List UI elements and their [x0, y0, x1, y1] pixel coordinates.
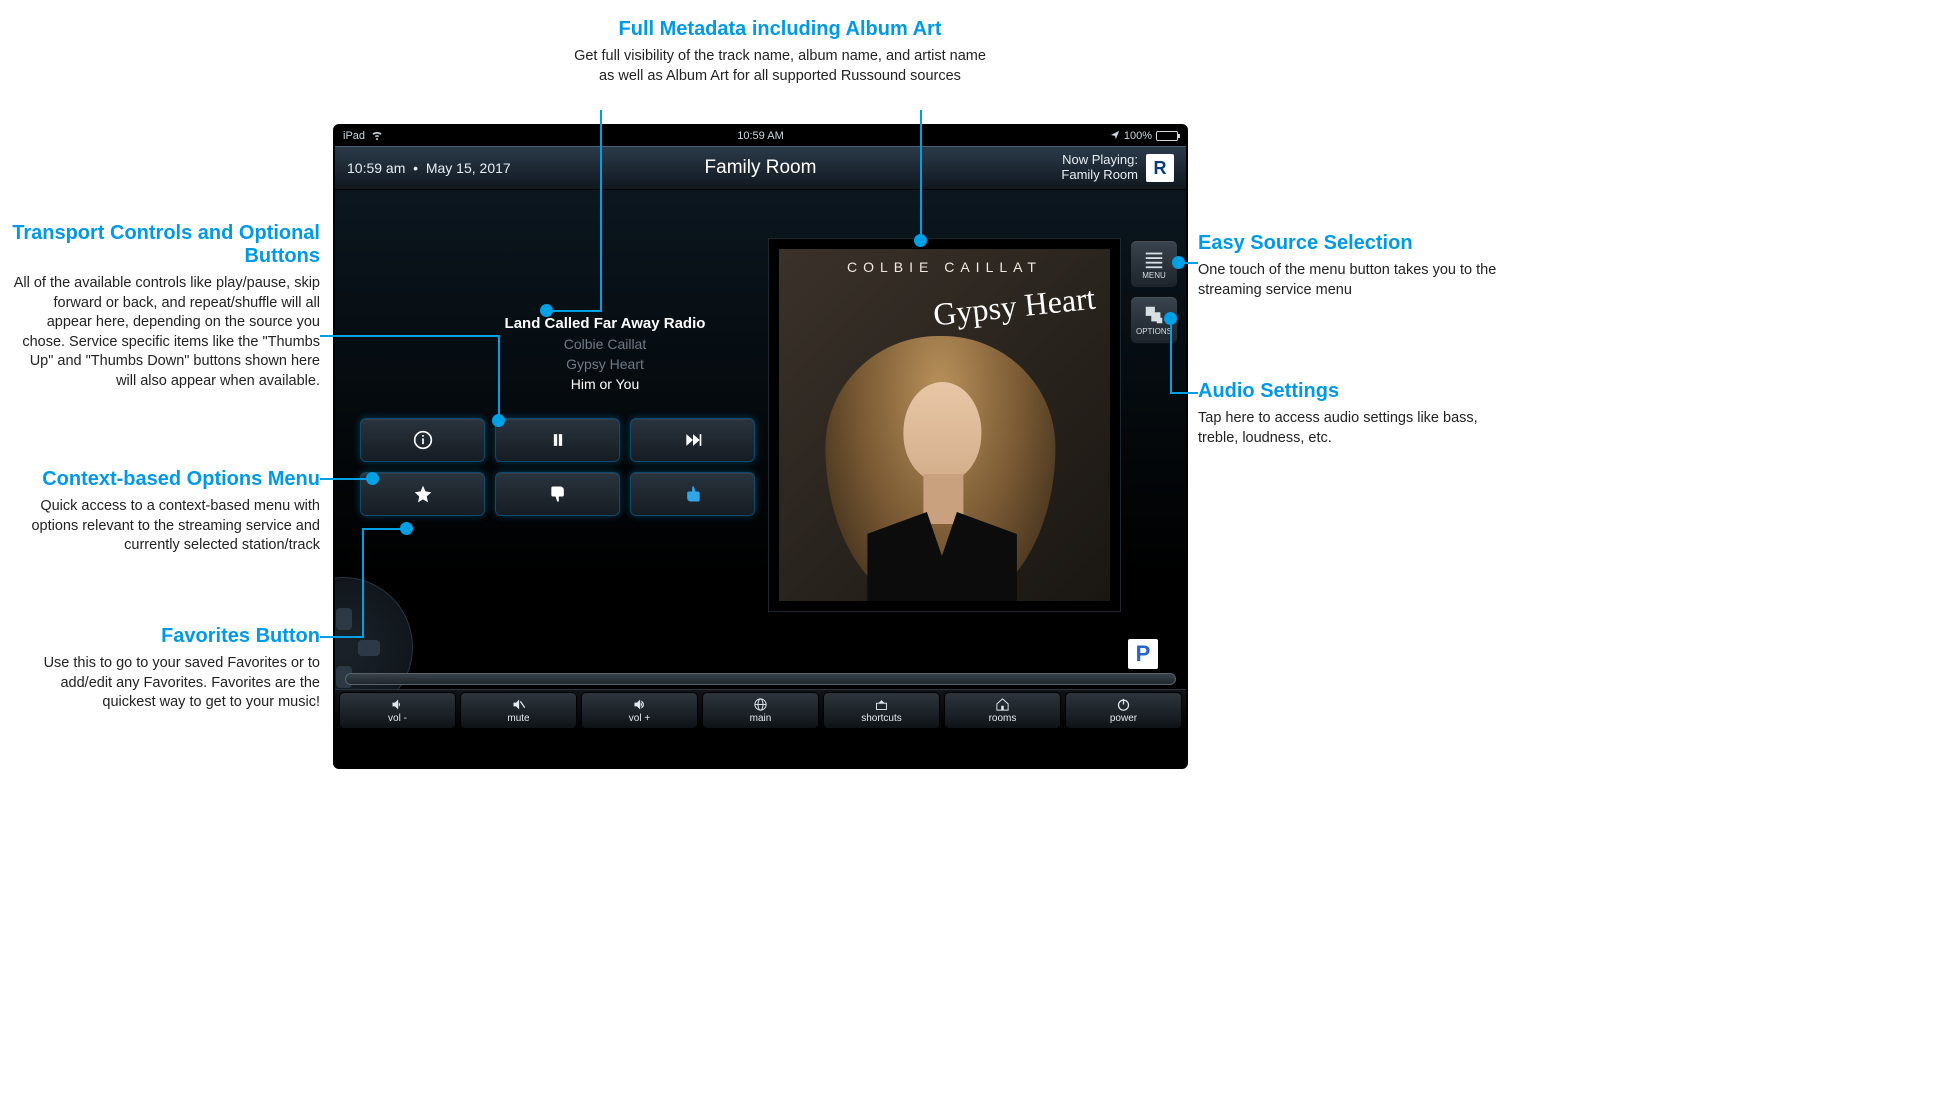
thumb-down-button[interactable] [495, 472, 620, 516]
globe-icon [752, 697, 769, 712]
metadata-block: Land Called Far Away Radio Colbie Cailla… [465, 315, 745, 392]
vol-up-button[interactable]: vol + [581, 692, 698, 729]
album-art: COLBIE CAILLAT Gypsy Heart [768, 238, 1121, 612]
callout-favorites-body: Use this to go to your saved Favorites o… [10, 654, 320, 713]
now-playing-label: Now Playing: [1061, 153, 1138, 168]
pause-icon [548, 430, 568, 450]
main-area: Land Called Far Away Radio Colbie Cailla… [335, 190, 1186, 731]
rooms-label: rooms [989, 713, 1017, 724]
battery-percent: 100% [1124, 130, 1152, 142]
status-time: 10:59 AM [737, 130, 783, 142]
options-icon [1143, 304, 1165, 326]
page-title: Family Room [705, 157, 817, 179]
power-label: power [1110, 713, 1137, 724]
callout-transport-title: Transport Controls and Optional Buttons [10, 222, 320, 268]
star-icon [413, 484, 433, 504]
shortcuts-icon [873, 697, 890, 712]
callout-source-title: Easy Source Selection [1198, 232, 1508, 255]
callout-audio: Audio Settings Tap here to access audio … [1198, 380, 1508, 448]
pause-button[interactable] [495, 418, 620, 462]
artist-name: Colbie Caillat [465, 336, 745, 352]
thumb-up-button[interactable] [630, 472, 755, 516]
station-name: Land Called Far Away Radio [465, 315, 745, 332]
header-time: 10:59 am [347, 160, 405, 176]
callout-favorites-title: Favorites Button [10, 625, 320, 648]
callout-source-body: One touch of the menu button takes you t… [1198, 261, 1508, 300]
rooms-icon [994, 697, 1011, 712]
shortcuts-label: shortcuts [861, 713, 902, 724]
callout-transport-body: All of the available controls like play/… [10, 274, 320, 391]
vol-down-label: vol - [388, 713, 407, 724]
volume-down-icon [389, 697, 406, 712]
app-header: 10:59 am • May 15, 2017 Family Room Now … [335, 146, 1186, 190]
callout-context: Context-based Options Menu Quick access … [10, 468, 320, 556]
battery-icon [1156, 131, 1178, 141]
power-button[interactable]: power [1065, 692, 1182, 729]
now-playing-room: Family Room [1061, 168, 1138, 183]
location-icon [1110, 130, 1120, 143]
callout-context-title: Context-based Options Menu [10, 468, 320, 491]
rooms-button[interactable]: rooms [944, 692, 1061, 729]
next-track-button[interactable] [630, 418, 755, 462]
bottom-nav: vol - mute vol + main shortcuts rooms [335, 689, 1186, 731]
callout-source: Easy Source Selection One touch of the m… [1198, 232, 1508, 300]
wifi-icon [371, 129, 383, 144]
menu-icon [1143, 248, 1165, 270]
callout-context-body: Quick access to a context-based menu wit… [10, 497, 320, 556]
callout-audio-body: Tap here to access audio settings like b… [1198, 409, 1508, 448]
album-art-artist: COLBIE CAILLAT [779, 249, 1110, 275]
main-button[interactable]: main [702, 692, 819, 729]
callout-transport: Transport Controls and Optional Buttons … [10, 222, 320, 391]
shortcuts-button[interactable]: shortcuts [823, 692, 940, 729]
thumb-down-icon [548, 484, 568, 504]
options-button-label: OPTIONS [1136, 327, 1172, 336]
vol-up-label: vol + [629, 713, 650, 724]
ios-status-bar: iPad 10:59 AM 100% [335, 126, 1186, 146]
info-button[interactable] [360, 418, 485, 462]
device-label: iPad [343, 130, 365, 142]
callout-metadata-body: Get full visibility of the track name, a… [570, 47, 990, 86]
callout-audio-title: Audio Settings [1198, 380, 1508, 403]
callout-favorites: Favorites Button Use this to go to your … [10, 625, 320, 713]
callout-metadata: Full Metadata including Album Art Get fu… [570, 18, 990, 86]
brand-logo[interactable]: R [1146, 154, 1174, 182]
menu-button[interactable]: MENU [1130, 240, 1178, 288]
album-art-portrait [825, 326, 1055, 601]
info-icon [413, 430, 433, 450]
mute-icon [510, 697, 527, 712]
service-badge: P [1128, 639, 1158, 669]
album-name: Gypsy Heart [465, 356, 745, 372]
vol-down-button[interactable]: vol - [339, 692, 456, 729]
mute-label: mute [507, 713, 529, 724]
menu-button-label: MENU [1142, 271, 1166, 280]
next-track-icon [683, 430, 703, 450]
callout-metadata-title: Full Metadata including Album Art [570, 18, 990, 41]
album-art-title: Gypsy Heart [932, 285, 1097, 329]
header-datetime: 10:59 am • May 15, 2017 [347, 160, 511, 176]
main-label: main [750, 713, 772, 724]
volume-up-icon [631, 697, 648, 712]
progress-bar[interactable] [345, 673, 1176, 685]
tablet-frame: iPad 10:59 AM 100% 10:59 am • May 15, 20… [333, 124, 1188, 769]
transport-controls [360, 418, 755, 526]
track-name: Him or You [465, 376, 745, 392]
header-date: May 15, 2017 [426, 160, 511, 176]
thumb-up-icon [683, 484, 703, 504]
power-icon [1115, 697, 1132, 712]
header-sep: • [413, 160, 418, 176]
mute-button[interactable]: mute [460, 692, 577, 729]
